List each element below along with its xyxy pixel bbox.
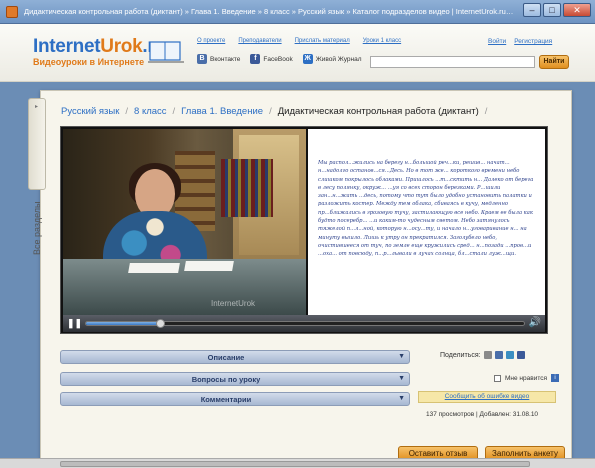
video-watermark: InternetUrok	[211, 299, 256, 308]
window-title: Дидактическая контрольная работа (диктан…	[24, 7, 514, 16]
browser-icon	[6, 6, 18, 18]
player-controls: ❚❚ 🔊	[63, 315, 545, 332]
social-livejournal-label: Живой Журнал	[315, 55, 362, 63]
comments-panel[interactable]: Комментарии ▼	[60, 392, 410, 406]
pause-icon[interactable]: ❚❚	[67, 318, 82, 328]
questions-label: Вопросы по уроку	[191, 375, 261, 384]
share-label: Поделиться:	[440, 351, 481, 359]
breadcrumb-separator: /	[484, 106, 488, 117]
breadcrumb-separator: /	[172, 106, 176, 117]
social-links: B Вконтакте f FaceBook Ж Живой Журнал	[197, 54, 362, 64]
dictation-text: Мы распол...жились на берегу н...большой…	[318, 160, 534, 258]
info-icon[interactable]: i	[551, 374, 560, 382]
register-link[interactable]: Регистрация	[514, 38, 552, 45]
browser-titlebar: Дидактическая контрольная работа (диктан…	[0, 0, 595, 24]
social-vk-label: Вконтакте	[210, 55, 241, 63]
social-facebook[interactable]: f FaceBook	[250, 54, 293, 64]
social-facebook-label: FaceBook	[263, 55, 293, 63]
logo-part-internet: Internet	[33, 36, 101, 57]
breadcrumb-separator: /	[269, 106, 272, 117]
video-frame: InternetUrok	[63, 129, 306, 315]
breadcrumb-chapter[interactable]: Глава 1. Введение	[181, 106, 263, 117]
site-tagline: Видеоуроки в Интернете	[33, 57, 145, 67]
view-stats: 137 просмотров | Добавлен: 31.08.10	[426, 411, 539, 418]
nav-teachers[interactable]: Преподаватели	[238, 38, 281, 44]
social-vk[interactable]: B Вконтакте	[197, 54, 240, 64]
seek-progress	[86, 322, 161, 325]
share-row: Поделиться:	[440, 351, 525, 359]
tab-arrow-icon: ▸	[35, 104, 39, 110]
facebook-icon: f	[250, 54, 261, 64]
twitter-share-icon[interactable]	[505, 351, 514, 359]
close-button[interactable]: ✕	[563, 3, 591, 17]
all-sections-label: Все разделы	[32, 201, 42, 255]
description-label: Описание	[207, 353, 245, 362]
paper-sheet	[184, 261, 234, 271]
description-panel[interactable]: Описание ▼	[60, 350, 410, 364]
logo-book-icon	[148, 41, 184, 63]
like-checkbox[interactable]	[494, 374, 501, 382]
nav-send-material[interactable]: Прислать материал	[295, 38, 350, 44]
bookshelf-books	[221, 159, 273, 217]
vk-icon: B	[197, 54, 207, 64]
vk-share-icon[interactable]	[494, 351, 503, 359]
comments-label: Комментарии	[200, 395, 252, 404]
breadcrumb-subject[interactable]: Русский язык	[61, 106, 119, 117]
pencil-icon[interactable]	[483, 351, 492, 359]
like-label: Мне нравится	[505, 374, 548, 382]
report-error-link[interactable]: Сообщить об ошибке видео	[418, 391, 556, 403]
search-input[interactable]	[370, 56, 535, 68]
minimize-button[interactable]: –	[523, 3, 541, 17]
top-navigation: О проекте Преподаватели Прислать материа…	[197, 38, 401, 44]
seek-handle[interactable]	[156, 319, 166, 328]
scrollbar-thumb[interactable]	[60, 461, 530, 467]
breadcrumb: Русский язык / 8 класс / Глава 1. Введен…	[61, 106, 487, 117]
nav-grade1[interactable]: Уроки 1 класс	[363, 38, 401, 44]
chevron-down-icon: ▼	[398, 375, 405, 382]
chevron-down-icon: ▼	[398, 395, 405, 402]
auth-links: Войти Регистрация	[488, 38, 552, 45]
breadcrumb-current: Дидактическая контрольная работа (диктан…	[277, 106, 479, 117]
login-link[interactable]: Войти	[488, 38, 506, 45]
maximize-button[interactable]: □	[543, 3, 561, 17]
like-row: Мне нравится i	[494, 374, 560, 382]
nav-about[interactable]: О проекте	[197, 38, 225, 44]
dictation-text-panel: Мы распол...жились на берегу н...большой…	[308, 129, 545, 315]
livejournal-icon: Ж	[302, 54, 313, 64]
facebook-share-icon[interactable]	[516, 351, 525, 359]
video-player[interactable]: InternetUrok Мы распол...жились на берег…	[60, 126, 548, 334]
seek-bar[interactable]	[85, 319, 525, 328]
logo-part-urok: Urok	[100, 36, 143, 57]
breadcrumb-separator: /	[125, 106, 129, 117]
questions-panel[interactable]: Вопросы по уроку ▼	[60, 372, 410, 386]
horizontal-scrollbar[interactable]	[0, 458, 595, 468]
search-button[interactable]: Найти	[539, 55, 569, 69]
social-livejournal[interactable]: Ж Живой Журнал	[302, 54, 362, 64]
volume-icon[interactable]: 🔊	[529, 317, 541, 328]
chevron-down-icon: ▼	[398, 353, 405, 360]
breadcrumb-grade[interactable]: 8 класс	[134, 106, 167, 117]
paper-sheet	[128, 263, 180, 273]
all-sections-tab[interactable]: ▸ Все разделы	[28, 98, 46, 255]
